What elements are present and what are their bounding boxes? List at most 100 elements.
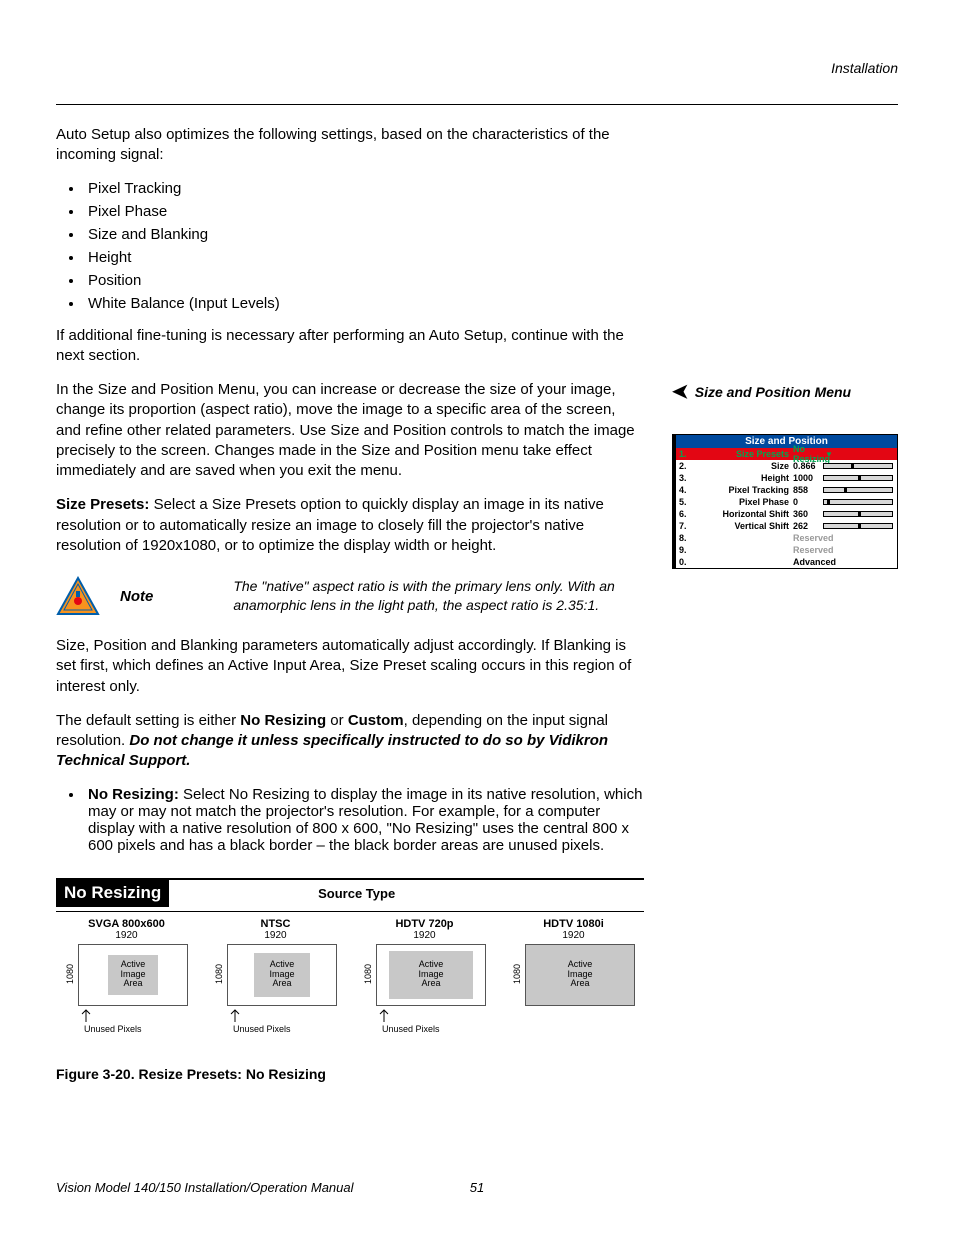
- figure-no-resizing: No Resizing Source Type SVGA 800x6001920…: [56, 878, 644, 1082]
- panel-width: 1920: [205, 930, 346, 941]
- default-pre: The default setting is either: [56, 712, 240, 729]
- settings-list-item: Pixel Tracking: [84, 180, 644, 197]
- menu-row-num: 3.: [676, 473, 693, 483]
- menu-row-label: Height: [693, 473, 793, 483]
- menu-row-value: 262: [793, 521, 823, 531]
- settings-list-item: Pixel Phase: [84, 203, 644, 220]
- right-column: ➤ Size and Position Menu .arrow-left{dis…: [672, 125, 898, 1082]
- menu-row[interactable]: 9. Reserved: [676, 544, 897, 556]
- blanking-para: Size, Position and Blanking parameters a…: [56, 636, 644, 697]
- panel-width: 1920: [354, 930, 495, 941]
- size-position-heading: ➤ Size and Position Menu: [672, 379, 898, 404]
- panel-height: 1080: [512, 964, 522, 984]
- panel-height: 1080: [214, 964, 224, 984]
- warning-triangle-icon: [56, 576, 100, 616]
- dropdown-icon[interactable]: ▼: [823, 450, 835, 459]
- menu-row-label: Horizontal Shift: [693, 509, 793, 519]
- arrow-left-icon: ➤: [672, 379, 689, 404]
- no-resizing-item: No Resizing: Select No Resizing to displ…: [84, 786, 644, 854]
- menu-row-slider[interactable]: [823, 523, 897, 529]
- panel-active-area: ActiveImageArea: [254, 953, 310, 997]
- figure-panel: HDTV 720p19201080ActiveImageAreaUnused P…: [354, 918, 495, 1036]
- menu-row[interactable]: 5.Pixel Phase0: [676, 496, 897, 508]
- settings-list-item: Size and Blanking: [84, 226, 644, 243]
- size-position-para: In the Size and Position Menu, you can i…: [56, 380, 644, 481]
- panel-height: 1080: [363, 964, 373, 984]
- panel-active-area: ActiveImageArea: [389, 951, 473, 999]
- note-block: Note The "native" aspect ratio is with t…: [56, 576, 644, 616]
- settings-list: Pixel Tracking Pixel Phase Size and Blanki…: [56, 180, 644, 312]
- footer-page: 51: [470, 1180, 484, 1195]
- menu-box: Size and Position 1.Size PresetsNo Resiz…: [672, 434, 898, 569]
- menu-row-advanced: Advanced: [793, 557, 897, 567]
- menu-row-label: Size Presets: [693, 449, 793, 459]
- menu-row-slider[interactable]: [823, 463, 897, 469]
- menu-row-num: 4.: [676, 485, 693, 495]
- panel-unused-label: Unused Pixels: [56, 1024, 197, 1034]
- panel-width: 1920: [56, 930, 197, 941]
- menu-row-num: 5.: [676, 497, 693, 507]
- menu-row-slider[interactable]: [823, 487, 897, 493]
- no-resizing-list: No Resizing: Select No Resizing to displ…: [56, 786, 644, 854]
- menu-row-value: 0: [793, 497, 823, 507]
- settings-list-item: Height: [84, 249, 644, 266]
- note-label: Note: [120, 588, 213, 605]
- default-b1: No Resizing: [240, 712, 326, 729]
- menu-row-label: Pixel Tracking: [693, 485, 793, 495]
- arrow-up-icon: [374, 1008, 394, 1022]
- panel-outer-box: ActiveImageArea: [227, 944, 337, 1006]
- note-text: The "native" aspect ratio is with the pr…: [233, 577, 644, 615]
- menu-row-num: 9.: [676, 545, 693, 555]
- menu-row-num: 7.: [676, 521, 693, 531]
- figure-panel: NTSC1920 1080 ActiveImageArea Unused Pixels: [205, 918, 346, 1036]
- figure-caption: Figure 3-20. Resize Presets: No Resizing: [56, 1066, 644, 1082]
- figure-source-type: Source Type: [169, 886, 644, 901]
- size-presets-label: Size Presets:: [56, 496, 154, 513]
- menu-row-slider[interactable]: [823, 511, 897, 517]
- menu-title: Size and Position: [676, 435, 897, 448]
- menu-row-num: 1.: [676, 449, 693, 459]
- no-resizing-label: No Resizing:: [88, 786, 183, 803]
- panel-active-area: ActiveImageArea: [108, 955, 158, 995]
- menu-row[interactable]: 7.Vertical Shift262: [676, 520, 897, 532]
- menu-row[interactable]: 3.Height1000: [676, 472, 897, 484]
- menu-row-slider[interactable]: [823, 499, 897, 505]
- menu-row[interactable]: 4.Pixel Tracking858: [676, 484, 897, 496]
- menu-row[interactable]: 6.Horizontal Shift360: [676, 508, 897, 520]
- panel-outer-box: ActiveImageArea: [525, 944, 635, 1006]
- panel-type: NTSC: [205, 918, 346, 930]
- figure-rule: [56, 911, 644, 912]
- panel-unused-label: Unused Pixels: [205, 1024, 346, 1034]
- menu-row[interactable]: 8. Reserved: [676, 532, 897, 544]
- menu-row-num: 8.: [676, 533, 693, 543]
- panel-active-area: ActiveImageArea: [526, 945, 634, 1005]
- settings-list-item: Position: [84, 272, 644, 289]
- header-section: Installation: [56, 60, 898, 76]
- settings-list-item: White Balance (Input Levels): [84, 295, 644, 312]
- menu-row[interactable]: 1.Size PresetsNo Resizing▼: [676, 448, 897, 460]
- panel-type: HDTV 1080i: [503, 918, 644, 930]
- menu-row-value: 858: [793, 485, 823, 495]
- menu-row-value: 0.866: [793, 461, 823, 471]
- panel-height: 1080: [65, 964, 75, 984]
- menu-row[interactable]: 2.Size0.866: [676, 460, 897, 472]
- figure-panel: SVGA 800x60019201080ActiveImageAreaUnuse…: [56, 918, 197, 1036]
- panel-unused-label: Unused Pixels: [354, 1024, 495, 1034]
- menu-row-slider[interactable]: [823, 475, 897, 481]
- default-mid: or: [326, 712, 348, 729]
- menu-row-reserved: Reserved: [793, 545, 897, 555]
- panel-outer-box: ActiveImageArea: [376, 944, 486, 1006]
- panel-width: 1920: [503, 930, 644, 941]
- default-para: The default setting is either No Resizin…: [56, 711, 644, 772]
- figure-panel: HDTV 1080i1920 1080 ActiveImageArea: [503, 918, 644, 1036]
- figure-badge: No Resizing: [56, 880, 169, 907]
- menu-row-label: Size: [693, 461, 793, 471]
- size-position-heading-text: Size and Position Menu: [695, 384, 851, 400]
- panel-outer-box: ActiveImageArea: [78, 944, 188, 1006]
- menu-row[interactable]: 0.Advanced: [676, 556, 897, 568]
- menu-row-num: 2.: [676, 461, 693, 471]
- menu-row-label: Vertical Shift: [693, 521, 793, 531]
- size-presets-para: Size Presets: Select a Size Presets opti…: [56, 495, 644, 556]
- menu-row-value: 1000: [793, 473, 823, 483]
- menu-row-reserved: Reserved: [793, 533, 897, 543]
